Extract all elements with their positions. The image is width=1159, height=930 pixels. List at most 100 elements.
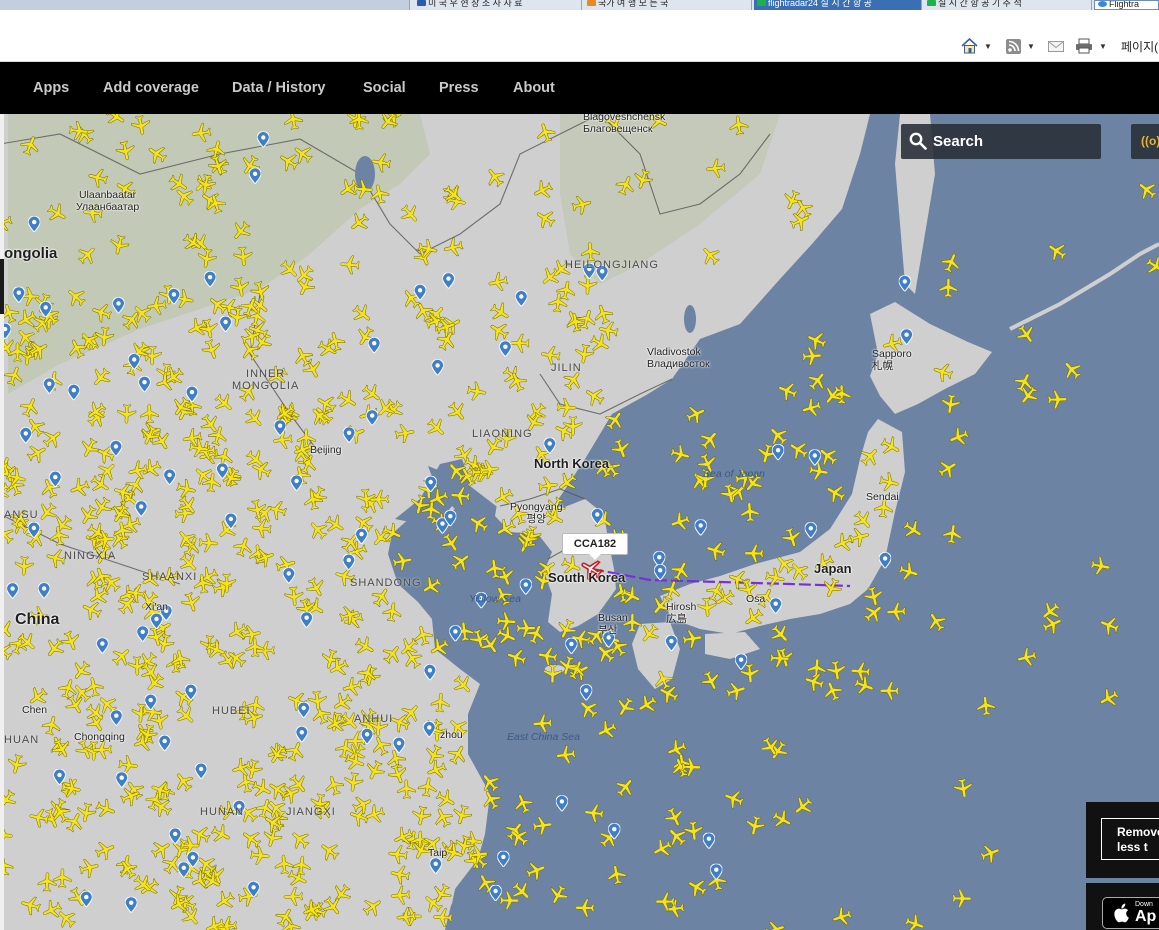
aircraft-icon[interactable]	[1097, 613, 1122, 638]
aircraft-icon[interactable]	[1047, 389, 1068, 410]
airport-marker-icon[interactable]	[580, 684, 593, 701]
search-input[interactable]: Search	[901, 124, 1101, 159]
airport-marker-icon[interactable]	[735, 653, 748, 670]
aircraft-icon[interactable]	[744, 543, 764, 563]
aircraft-icon[interactable]	[879, 681, 900, 701]
aircraft-icon[interactable]	[946, 424, 972, 450]
aircraft-icon[interactable]	[743, 814, 767, 838]
map-canvas[interactable]	[0, 114, 1159, 930]
sidebar-handle[interactable]	[0, 259, 4, 314]
aircraft-icon[interactable]	[510, 791, 536, 816]
aircraft-icon[interactable]	[1089, 554, 1112, 577]
aircraft-icon[interactable]	[536, 645, 559, 667]
aircraft-icon[interactable]	[687, 468, 714, 495]
nav-about[interactable]: About	[513, 62, 555, 114]
flight-map[interactable]: ongolia China North Korea South Korea Ja…	[0, 114, 1159, 930]
aircraft-icon[interactable]	[952, 888, 972, 909]
airport-marker-icon[interactable]	[565, 637, 578, 654]
aircraft-icon[interactable]	[605, 863, 628, 886]
airport-marker-icon[interactable]	[555, 795, 568, 812]
aircraft-icon[interactable]	[721, 786, 747, 811]
aircraft-icon[interactable]	[696, 426, 723, 454]
aircraft-icon[interactable]	[661, 804, 687, 830]
aircraft-icon[interactable]	[447, 548, 475, 575]
aircraft-icon[interactable]	[681, 627, 704, 650]
aircraft-icon[interactable]	[612, 693, 639, 720]
nav-press[interactable]: Press	[439, 62, 479, 114]
aircraft-icon[interactable]	[555, 744, 577, 766]
airport-marker-icon[interactable]	[898, 275, 911, 292]
aircraft-icon[interactable]	[545, 882, 571, 908]
aircraft-icon[interactable]	[820, 678, 845, 704]
airport-marker-icon[interactable]	[702, 832, 715, 849]
chevron-down-icon[interactable]: ▼	[984, 42, 992, 51]
aircraft-icon[interactable]	[418, 573, 445, 600]
aircraft-icon[interactable]	[574, 695, 602, 723]
aircraft-icon[interactable]	[923, 608, 950, 635]
aircraft-icon[interactable]	[802, 670, 827, 694]
aircraft-icon[interactable]	[704, 538, 728, 563]
aircraft-icon[interactable]	[496, 611, 517, 632]
aircraft-icon[interactable]	[739, 501, 760, 523]
aircraft-icon[interactable]	[683, 401, 709, 427]
airport-marker-icon[interactable]	[804, 522, 817, 539]
aircraft-icon[interactable]	[938, 250, 964, 276]
aircraft-icon[interactable]	[860, 599, 887, 627]
browser-tab[interactable]	[0, 0, 410, 10]
aircraft-icon[interactable]	[941, 523, 963, 545]
mail-button[interactable]	[1048, 37, 1064, 55]
airport-marker-icon[interactable]	[475, 592, 488, 609]
aircraft-icon[interactable]	[804, 367, 831, 395]
aircraft-icon[interactable]	[1015, 645, 1039, 669]
aircraft-icon[interactable]	[504, 645, 529, 670]
aircraft-icon[interactable]	[668, 442, 692, 466]
aircraft-icon[interactable]	[684, 874, 710, 901]
aircraft-icon[interactable]	[940, 393, 962, 415]
aircraft-icon[interactable]	[829, 904, 854, 929]
nav-add-coverage[interactable]: Add coverage	[103, 62, 199, 114]
selected-flight-callout[interactable]: CCA182	[562, 533, 628, 560]
aircraft-icon[interactable]	[902, 911, 927, 930]
radar-button[interactable]: ((o))	[1131, 124, 1159, 159]
aircraft-icon[interactable]	[611, 773, 639, 801]
aircraft-icon[interactable]	[465, 510, 492, 537]
aircraft-icon[interactable]	[975, 695, 997, 717]
aircraft-icon[interactable]	[785, 436, 812, 463]
aircraft-icon[interactable]	[934, 455, 961, 482]
browser-tab[interactable]: 국가 여 행 모 든 국	[584, 0, 752, 10]
aircraft-icon[interactable]	[1095, 685, 1122, 711]
chevron-down-icon[interactable]: ▼	[1027, 42, 1035, 51]
browser-tab-active[interactable]: Flightra	[1094, 0, 1159, 10]
aircraft-icon[interactable]	[765, 737, 792, 764]
aircraft-icon[interactable]	[634, 691, 661, 718]
aircraft-icon[interactable]	[952, 777, 975, 800]
aircraft-icon[interactable]	[825, 659, 848, 682]
airport-marker-icon[interactable]	[497, 850, 510, 867]
aircraft-icon[interactable]	[899, 516, 927, 543]
aircraft-icon[interactable]	[724, 679, 748, 703]
aircraft-icon[interactable]	[775, 378, 800, 404]
browser-tab[interactable]: 미 국 우 현 장 조 사 자 료	[414, 0, 582, 10]
aircraft-icon[interactable]	[575, 898, 595, 918]
page-menu-button[interactable]: 페이지(	[1121, 37, 1158, 55]
aircraft-icon[interactable]	[763, 917, 788, 930]
aircraft-icon[interactable]	[766, 620, 794, 648]
aircraft-icon[interactable]	[852, 673, 877, 698]
aircraft-icon[interactable]	[799, 396, 824, 420]
aircraft-icon[interactable]	[801, 346, 823, 367]
aircraft-icon[interactable]	[649, 835, 676, 862]
aircraft-icon[interactable]	[804, 328, 830, 353]
aircraft-icon[interactable]	[1142, 253, 1159, 280]
aircraft-icon[interactable]	[532, 713, 553, 734]
airport-marker-icon[interactable]	[654, 564, 667, 581]
aircraft-icon[interactable]	[886, 601, 907, 622]
browser-tab[interactable]: flightradar24 실 시 간 항 공	[754, 0, 922, 10]
aircraft-icon[interactable]	[490, 583, 516, 609]
nav-data-history[interactable]: Data / History	[232, 62, 325, 114]
aircraft-icon[interactable]	[618, 583, 644, 609]
aircraft-icon[interactable]	[698, 668, 724, 694]
aircraft-icon[interactable]	[769, 806, 795, 833]
aircraft-icon[interactable]	[977, 841, 1003, 866]
aircraft-icon[interactable]	[807, 460, 830, 483]
aircraft-icon[interactable]	[1133, 176, 1159, 204]
